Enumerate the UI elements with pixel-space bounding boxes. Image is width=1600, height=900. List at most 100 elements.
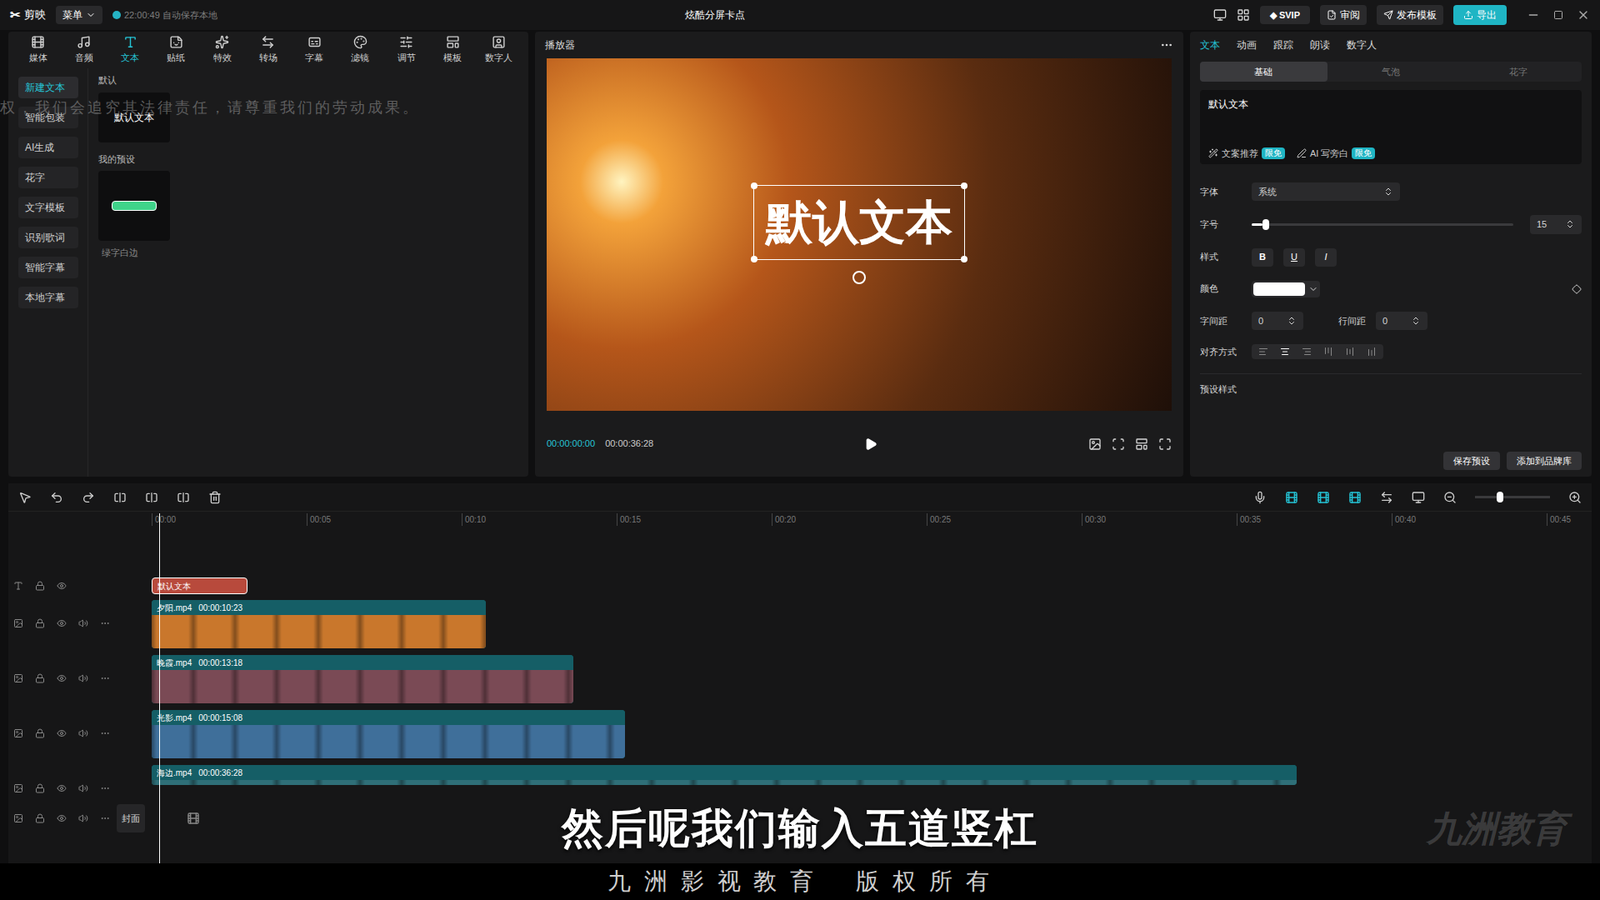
- link-icon[interactable]: [1285, 490, 1299, 505]
- text-input[interactable]: 默认文本: [1200, 90, 1582, 144]
- toolbar-tab[interactable]: 媒体: [15, 35, 61, 65]
- toolbar-tab[interactable]: 滤镜: [337, 35, 384, 65]
- zoom-in-icon[interactable]: [1568, 490, 1582, 505]
- frame-icon[interactable]: [1088, 437, 1102, 451]
- suggest-button[interactable]: 文案推荐限免: [1208, 146, 1285, 161]
- select-tool-icon[interactable]: [18, 490, 32, 505]
- align-buttons[interactable]: [1251, 344, 1384, 360]
- ruler-tick: 00:35: [1236, 513, 1261, 526]
- zoom-out-icon[interactable]: [1443, 490, 1457, 505]
- style-button[interactable]: U: [1283, 248, 1305, 267]
- inspector-tab[interactable]: 动画: [1236, 37, 1257, 53]
- split-left-icon[interactable]: [145, 490, 159, 505]
- menu-button[interactable]: 菜单: [55, 5, 103, 25]
- minimize-icon[interactable]: [1526, 8, 1540, 22]
- text-clip[interactable]: 默认文本: [151, 577, 248, 595]
- toolbar-tab[interactable]: 调节: [383, 35, 430, 65]
- sidebar-item[interactable]: 识别歌词: [18, 226, 79, 249]
- toolbar-tab[interactable]: 文本: [107, 35, 154, 65]
- sidebar-item[interactable]: AI生成: [18, 136, 79, 159]
- spacing-input[interactable]: 0: [1251, 311, 1304, 331]
- track-header: [8, 580, 152, 591]
- brand-library-button[interactable]: 添加到品牌库: [1506, 451, 1582, 471]
- video-clip[interactable]: 海边.mp400:00:36:28: [151, 765, 1297, 785]
- preset-card[interactable]: [98, 170, 170, 241]
- sidebar-item[interactable]: 智能包装: [18, 106, 79, 129]
- default-text-card[interactable]: 默认文本: [98, 92, 170, 143]
- export-button[interactable]: 导出: [1453, 5, 1507, 25]
- autosave-status: 22:00:49 自动保存本地: [112, 8, 218, 23]
- toolbar-tab[interactable]: 数字人: [475, 35, 522, 65]
- video-clip[interactable]: 光影.mp400:00:15:08: [151, 710, 625, 759]
- review-button[interactable]: 审阅: [1320, 5, 1367, 25]
- inspector-tab[interactable]: 跟踪: [1273, 37, 1294, 53]
- text-box[interactable]: 默认文本: [753, 185, 965, 260]
- cover-clip-icon[interactable]: [186, 811, 200, 825]
- video-clip[interactable]: 夕阳.mp400:00:10:23: [151, 600, 486, 649]
- delete-icon[interactable]: [208, 490, 222, 505]
- playhead[interactable]: [159, 513, 160, 864]
- preview-icon[interactable]: [1411, 490, 1425, 505]
- track-header: [8, 710, 152, 739]
- fullscreen-icon[interactable]: [1158, 437, 1172, 451]
- resource-panel: 媒体音频文本贴纸特效转场字幕滤镜调节模板数字人新建文本智能包装 AI生成花字文字模…: [8, 31, 529, 477]
- track-header: [8, 765, 152, 794]
- cover-button[interactable]: 封面: [116, 804, 145, 833]
- font-label: 字体: [1200, 185, 1242, 200]
- inspector-tab[interactable]: 文本: [1200, 37, 1220, 53]
- inspector-tab[interactable]: 朗读: [1310, 37, 1330, 53]
- toolbar-tab[interactable]: 音频: [60, 35, 107, 65]
- track-header: [8, 655, 152, 684]
- style-button[interactable]: B: [1251, 248, 1274, 267]
- inspector-subtab[interactable]: 基础: [1200, 61, 1328, 82]
- close-icon[interactable]: [1576, 8, 1590, 22]
- sidebar-item[interactable]: 新建文本: [18, 76, 79, 99]
- size-input[interactable]: 15: [1530, 215, 1582, 235]
- ruler-tick: 00:45: [1546, 513, 1571, 526]
- rotate-handle-icon[interactable]: [852, 270, 866, 285]
- size-label: 字号: [1200, 217, 1242, 232]
- toolbar-tab[interactable]: 转场: [245, 35, 291, 65]
- scan-icon[interactable]: [1111, 437, 1125, 451]
- zoom-slider[interactable]: [1475, 495, 1550, 499]
- align-icon[interactable]: [1380, 490, 1394, 505]
- line-spacing-input[interactable]: 0: [1375, 311, 1428, 331]
- sidebar-item[interactable]: 智能字幕: [18, 256, 79, 279]
- font-select[interactable]: 系统: [1251, 182, 1400, 202]
- inspector-tab[interactable]: 数字人: [1346, 37, 1377, 53]
- keyframe-icon[interactable]: [1571, 284, 1582, 295]
- play-icon[interactable]: [864, 437, 878, 451]
- save-preset-button[interactable]: 保存预设: [1443, 451, 1500, 471]
- toolbar-tab[interactable]: 特效: [199, 35, 245, 65]
- app-window: ✂剪映菜单22:00:49 自动保存本地炫酷分屏卡点◆ SVIP审阅发布模板导出…: [0, 0, 1600, 900]
- snap-icon[interactable]: [1316, 490, 1330, 505]
- sidebar-item[interactable]: 文字模板: [18, 196, 79, 219]
- toolbar-tab[interactable]: 字幕: [291, 35, 338, 65]
- undo-icon[interactable]: [50, 490, 64, 505]
- sidebar-item[interactable]: 花字: [18, 166, 79, 189]
- maximize-icon[interactable]: [1553, 10, 1564, 20]
- layout-icon[interactable]: [1236, 8, 1250, 22]
- split-icon[interactable]: [113, 490, 127, 505]
- style-button[interactable]: I: [1315, 248, 1337, 267]
- ratio-icon[interactable]: [1135, 437, 1149, 451]
- current-time: 00:00:00:00: [546, 436, 595, 451]
- inspector-subtab[interactable]: 气泡: [1327, 61, 1455, 82]
- inspector-subtab[interactable]: 花字: [1454, 61, 1582, 82]
- toolbar-tab[interactable]: 模板: [429, 35, 475, 65]
- monitor-icon[interactable]: [1213, 8, 1227, 22]
- toolbar-tab[interactable]: 贴纸: [153, 35, 200, 65]
- line-spacing-label: 行间距: [1338, 314, 1366, 329]
- publish-button[interactable]: 发布模板: [1376, 5, 1444, 25]
- sidebar-item[interactable]: 本地字幕: [18, 286, 79, 309]
- redo-icon[interactable]: [81, 490, 95, 505]
- svip-button[interactable]: ◆ SVIP: [1260, 5, 1310, 25]
- split-right-icon[interactable]: [176, 490, 190, 505]
- ai-narration-button[interactable]: AI 写旁白限免: [1296, 146, 1375, 161]
- player-menu-icon[interactable]: [1160, 38, 1174, 52]
- preview-axis-icon[interactable]: [1348, 490, 1362, 505]
- color-swatch[interactable]: [1251, 280, 1320, 298]
- video-clip[interactable]: 晚霞.mp400:00:13:18: [151, 655, 574, 704]
- size-slider[interactable]: [1251, 223, 1514, 226]
- record-icon[interactable]: [1253, 490, 1267, 505]
